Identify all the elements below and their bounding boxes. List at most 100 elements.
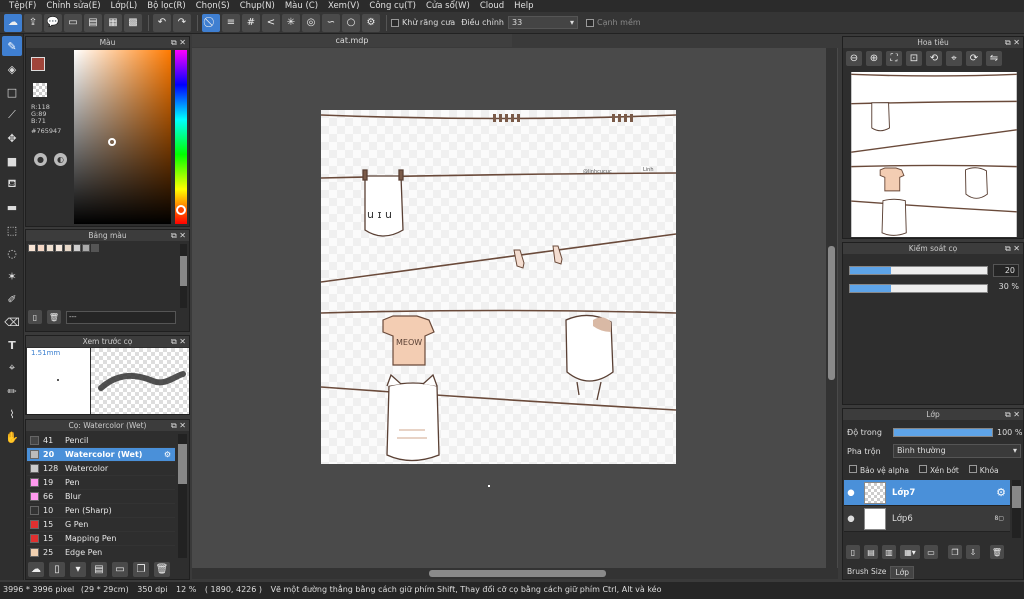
palette-swatch[interactable]	[46, 244, 54, 252]
gear-icon[interactable]: ⚙	[996, 486, 1006, 499]
zoom-in-icon[interactable]: ⊕	[866, 51, 882, 66]
cloud-icon[interactable]: ☁	[4, 13, 22, 32]
layer-opacity-slider[interactable]	[893, 428, 993, 437]
duplicate-layer-icon[interactable]: ❐	[948, 545, 962, 559]
vertical-scroll-thumb[interactable]	[828, 246, 835, 380]
tab-layer[interactable]: Lớp	[890, 566, 914, 579]
brush-list-item[interactable]: 15 G Pen	[27, 518, 175, 532]
bucket-fill-icon[interactable]: ⛾	[2, 174, 22, 194]
comment-icon[interactable]: ▭	[64, 13, 82, 32]
brush-list-item[interactable]: 20 Watercolor (Wet) ⚙	[27, 448, 175, 462]
speech-bubble-icon[interactable]: 💬	[44, 13, 62, 32]
canvas-horizontal-scrollbar[interactable]	[192, 568, 838, 579]
brush-list-item[interactable]: 19 Pen	[27, 476, 175, 490]
brush-list-item[interactable]: 25 Edge Pen	[27, 546, 175, 558]
rectangle-shape-icon[interactable]: □	[2, 82, 22, 102]
brush-size-slider[interactable]	[849, 266, 988, 275]
brush-size-value[interactable]: 20	[993, 264, 1019, 277]
menu-file[interactable]: Tệp(F)	[4, 1, 41, 11]
palette-name-field[interactable]: ---	[66, 310, 176, 324]
palette-swatch[interactable]	[82, 244, 90, 252]
menu-color[interactable]: Màu (C)	[280, 1, 323, 11]
new-layer-1bit-icon[interactable]: ▥	[882, 545, 896, 559]
palette-swatch[interactable]	[55, 244, 63, 252]
magic-wand-icon[interactable]: ✶	[2, 266, 22, 286]
antialias-checkbox[interactable]	[391, 18, 399, 27]
menu-help[interactable]: Help	[509, 1, 538, 11]
move-tool-icon[interactable]: ✥	[2, 128, 22, 148]
operation-tool-icon[interactable]: ⌖	[2, 358, 22, 378]
select-pen-icon[interactable]: ✐	[2, 289, 22, 309]
artboard[interactable]: u ɪ u @linhcucuc Linh MEOW	[321, 110, 676, 464]
snap-perspective-icon[interactable]: <	[262, 13, 280, 32]
fill-rect-icon[interactable]: ■	[2, 151, 22, 171]
menu-layer[interactable]: Lớp(L)	[106, 1, 143, 11]
palette-swatch[interactable]	[37, 244, 45, 252]
copy-brush-icon[interactable]: ❐	[133, 562, 149, 577]
canvas-vertical-scrollbar[interactable]	[826, 48, 837, 568]
lock-checkbox[interactable]	[968, 465, 977, 473]
palette-swatch[interactable]	[91, 244, 99, 252]
transparent-color-swatch[interactable]	[33, 83, 47, 97]
delete-brush-icon[interactable]: 🗑	[154, 562, 170, 577]
saturation-value-picker[interactable]	[74, 50, 171, 224]
layer-name[interactable]: Lớp7	[892, 488, 996, 498]
select-rect-icon[interactable]: ⬚	[2, 220, 22, 240]
hue-slider[interactable]	[175, 50, 187, 224]
menu-edit[interactable]: Chỉnh sửa(E)	[41, 1, 105, 11]
panel-close-icon[interactable]: ⧉ ✕	[171, 336, 186, 347]
flip-icon[interactable]: ⇋	[986, 51, 1002, 66]
brush-list-item[interactable]: 41 Pencil	[27, 434, 175, 448]
document-tab[interactable]: cat.mdp	[192, 34, 512, 47]
snap-parallel-icon[interactable]: ≡	[222, 13, 240, 32]
layer-row[interactable]: ● Lớp6 8▢	[844, 506, 1010, 532]
menu-select[interactable]: Chọn(S)	[191, 1, 235, 11]
panel-close-icon[interactable]: ⧉ ✕	[171, 230, 186, 241]
add-layer-menu-icon[interactable]: ▦▾	[900, 545, 920, 559]
palette-wheel-icon[interactable]: ●	[34, 153, 47, 166]
panel-layout-icon[interactable]: ▦	[104, 13, 122, 32]
ruler-tool-icon[interactable]: ✏	[2, 381, 22, 401]
menu-window[interactable]: Cửa sổ(W)	[421, 1, 475, 11]
brush-list-item[interactable]: 128 Watercolor	[27, 462, 175, 476]
line-tool-icon[interactable]: ⟋	[2, 105, 22, 125]
merge-layer-icon[interactable]: ⇩	[966, 545, 980, 559]
new-layer-8bit-icon[interactable]: ▤	[864, 545, 878, 559]
brush-list-item[interactable]: 10 Pen (Sharp)	[27, 504, 175, 518]
gradient-tool-icon[interactable]: ▬	[2, 197, 22, 217]
gear-icon[interactable]: ⚙	[164, 450, 171, 459]
folder-icon[interactable]: ▭	[112, 562, 128, 577]
layer-row[interactable]: ● Lớp7 ⚙	[844, 480, 1010, 506]
snap-grid-icon[interactable]: #	[242, 13, 260, 32]
snap-radial-icon[interactable]: ✳	[282, 13, 300, 32]
snap-settings-icon[interactable]: ⚙	[362, 13, 380, 32]
redo-icon[interactable]: ↷	[173, 13, 191, 32]
menu-filter[interactable]: Bộ lọc(R)	[142, 1, 191, 11]
cloud-brush-icon[interactable]: ☁	[28, 562, 44, 577]
blend-mode-dropdown[interactable]: Bình thường ▾	[893, 444, 1021, 458]
panel-close-icon[interactable]: ⧉ ✕	[1005, 37, 1020, 48]
brush-menu-icon[interactable]: ▾	[70, 562, 86, 577]
actual-size-icon[interactable]: ⊡	[906, 51, 922, 66]
eraser-tool-icon[interactable]: ◈	[2, 59, 22, 79]
color-set-icon[interactable]: ◐	[54, 153, 67, 166]
fit-screen-icon[interactable]: ⛶	[886, 51, 902, 66]
snap-circle-icon[interactable]: ○	[342, 13, 360, 32]
horizontal-scroll-thumb[interactable]	[429, 570, 606, 577]
soft-edge-checkbox[interactable]	[585, 18, 594, 27]
snap-off-icon[interactable]: ⃠	[202, 13, 220, 32]
eyedropper-icon[interactable]: ⌇	[2, 404, 22, 424]
adjust-dropdown[interactable]: 33 ▾	[507, 16, 578, 29]
eye-icon[interactable]: ●	[844, 514, 858, 524]
hue-handle[interactable]	[176, 205, 186, 215]
export-icon[interactable]: ⇪	[24, 13, 42, 32]
brush-list-item[interactable]: 15 Mapping Pen	[27, 532, 175, 546]
panel-close-icon[interactable]: ⧉ ✕	[171, 420, 186, 431]
navigator-thumbnail[interactable]	[850, 72, 1018, 237]
delete-layer-icon[interactable]: 🗑	[990, 545, 1004, 559]
layer-name[interactable]: Lớp6	[892, 514, 995, 524]
menu-capture[interactable]: Chụp(N)	[235, 1, 280, 11]
menu-cloud[interactable]: Cloud	[475, 1, 509, 11]
panel-close-icon[interactable]: ⧉ ✕	[1005, 243, 1020, 254]
lasso-icon[interactable]: ◌	[2, 243, 22, 263]
